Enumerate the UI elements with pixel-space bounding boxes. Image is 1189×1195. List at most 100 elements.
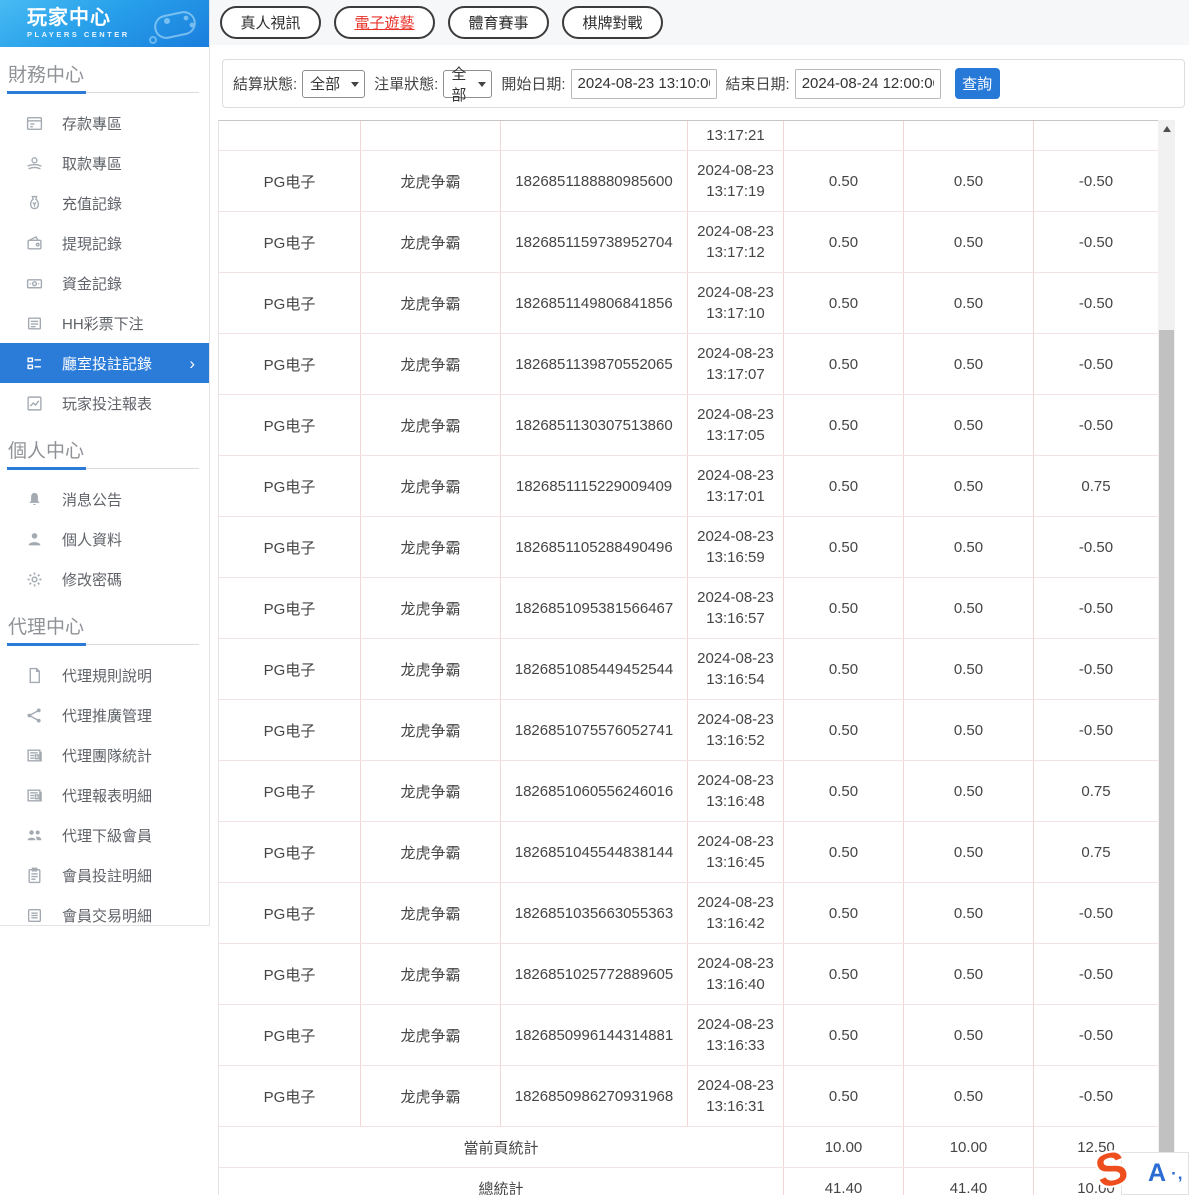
cell-game: 龙虎争霸 xyxy=(361,212,501,272)
cell-order-number: 1826851085449452544 xyxy=(501,639,688,699)
share-icon xyxy=(25,706,43,724)
tab-sports[interactable]: 體育賽事 xyxy=(448,6,549,39)
cell-order-number: 1826851045544838144 xyxy=(501,822,688,882)
section-personal-label: 個人中心 xyxy=(8,441,84,462)
sidebar-item-hh-lottery-bets[interactable]: HH彩票下注 xyxy=(0,303,209,343)
cell-platform: PG电子 xyxy=(219,639,361,699)
page-stats-bet: 10.00 xyxy=(784,1127,904,1167)
cell-valid-amount: 0.50 xyxy=(904,273,1034,333)
sidebar-item-label: 代理團隊統計 xyxy=(62,745,152,766)
cell-bet-time: 2024-08-23 13:17:07 xyxy=(688,334,784,394)
ime-language-indicator[interactable]: A xyxy=(1148,1159,1166,1188)
scrollbar-thumb[interactable] xyxy=(1159,330,1174,1158)
cell-bet-time: 2024-08-23 13:16:48 xyxy=(688,761,784,821)
settle-status-select[interactable]: 全部 xyxy=(302,70,365,98)
cell-win-loss: -0.50 xyxy=(1034,273,1159,333)
cell-game: 龙虎争霸 xyxy=(361,334,501,394)
end-date-input[interactable] xyxy=(795,69,941,99)
cell-valid-amount: 0.50 xyxy=(904,883,1034,943)
cell-game: 龙虎争霸 xyxy=(361,395,501,455)
cell-bet-time: 2024-08-23 13:16:42 xyxy=(688,883,784,943)
sidebar-item-profile[interactable]: 個人資料 xyxy=(0,519,209,559)
sidebar-item-agent-promotion[interactable]: 代理推廣管理 xyxy=(0,695,209,735)
sidebar-item-recharge-record[interactable]: 充值記錄 xyxy=(0,183,209,223)
search-button[interactable]: 查詢 xyxy=(955,68,1000,99)
section-agent: 代理中心 xyxy=(0,608,209,645)
sidebar-item-agent-rules[interactable]: 代理規則說明 xyxy=(0,655,209,695)
agent-menu: 代理規則說明 代理推廣管理 代理團隊統計 代理報表明細 代理下級會員 會員投註明… xyxy=(0,655,209,935)
cell-bet-amount: 0.50 xyxy=(784,883,904,943)
cell-order-number: 1826851060556246016 xyxy=(501,761,688,821)
order-status-select[interactable]: 全部 xyxy=(443,70,492,98)
scroll-up-button[interactable] xyxy=(1158,120,1175,137)
cell-game: 龙虎争霸 xyxy=(361,639,501,699)
page-stats-row: 當前頁統計 10.00 10.00 12.50 xyxy=(219,1127,1158,1168)
cell-bet-amount: 0.50 xyxy=(784,151,904,211)
settle-status-label: 結算狀態: xyxy=(233,73,297,94)
cell-order-number: 1826851139870552065 xyxy=(501,334,688,394)
cell-win-loss: -0.50 xyxy=(1034,151,1159,211)
sidebar-item-member-bet-detail[interactable]: 會員投註明細 xyxy=(0,855,209,895)
cell-bet-time: 2024-08-23 13:17:01 xyxy=(688,456,784,516)
sidebar-item-hall-bet-record[interactable]: 廳室投註記錄 › xyxy=(0,343,209,383)
tab-electronic-games[interactable]: 電子遊藝 xyxy=(334,6,435,39)
sidebar-item-deposit-zone[interactable]: 存款專區 xyxy=(0,103,209,143)
cell-bet-time: 2024-08-23 13:16:59 xyxy=(688,517,784,577)
clipboard-icon xyxy=(25,866,43,884)
cell-valid-amount: 0.50 xyxy=(904,944,1034,1004)
sidebar-item-member-transaction-detail[interactable]: 會員交易明細 xyxy=(0,895,209,935)
cell-platform: PG电子 xyxy=(219,1066,361,1126)
cell-game: 龙虎争霸 xyxy=(361,944,501,1004)
cell-order-number: 1826851115229009409 xyxy=(501,456,688,516)
cell-platform: PG电子 xyxy=(219,334,361,394)
cell-valid-amount: 0.50 xyxy=(904,639,1034,699)
cell-bet-time: 2024-08-23 13:17:12 xyxy=(688,212,784,272)
table-row: PG电子 龙虎争霸 1826851130307513860 2024-08-23… xyxy=(219,395,1158,456)
tab-live-casino[interactable]: 真人視訊 xyxy=(220,6,321,39)
sidebar-item-agent-downline-members[interactable]: 代理下級會員 xyxy=(0,815,209,855)
cell-bet-amount: 0.50 xyxy=(784,944,904,1004)
sidebar-item-label: 提現記錄 xyxy=(62,233,122,254)
cell-game: 龙虎争霸 xyxy=(361,578,501,638)
sidebar-item-label: 代理報表明細 xyxy=(62,785,152,806)
cell-win-loss: 0.75 xyxy=(1034,822,1159,882)
cell-game: 龙虎争霸 xyxy=(361,761,501,821)
table-row: PG电子 龙虎争霸 1826851188880985600 2024-08-23… xyxy=(219,151,1158,212)
sidebar-item-withdraw-zone[interactable]: 取款專區 xyxy=(0,143,209,183)
vertical-scrollbar[interactable] xyxy=(1158,120,1175,1195)
sidebar-item-change-password[interactable]: 修改密碼 xyxy=(0,559,209,599)
sidebar-item-agent-report-detail[interactable]: 代理報表明細 xyxy=(0,775,209,815)
start-date-input[interactable] xyxy=(571,69,717,99)
sidebar-item-label: 資金記錄 xyxy=(62,273,122,294)
cell-win-loss: -0.50 xyxy=(1034,1066,1159,1126)
cell-game: 龙虎争霸 xyxy=(361,700,501,760)
cell-bet-time: 2024-08-23 13:17:19 xyxy=(688,151,784,211)
cell-win-loss: -0.50 xyxy=(1034,212,1159,272)
cell-valid-amount: 0.50 xyxy=(904,151,1034,211)
wallet-icon xyxy=(25,234,43,252)
total-stats-label: 總統計 xyxy=(219,1168,784,1195)
table-row: PG电子 龙虎争霸 1826851139870552065 2024-08-23… xyxy=(219,334,1158,395)
gamepad-icon xyxy=(145,2,203,46)
cell-valid-amount: 0.50 xyxy=(904,334,1034,394)
sidebar-item-funds-record[interactable]: 資金記錄 xyxy=(0,263,209,303)
cell-platform: PG电子 xyxy=(219,700,361,760)
cell-platform: PG电子 xyxy=(219,822,361,882)
ime-punctuation-indicator[interactable]: ·, xyxy=(1171,1164,1183,1184)
cell-bet-time: 2024-08-23 13:16:33 xyxy=(688,1005,784,1065)
cell-platform: PG电子 xyxy=(219,944,361,1004)
cell-valid-amount: 0.50 xyxy=(904,578,1034,638)
sidebar-item-player-bet-report[interactable]: 玩家投注報表 xyxy=(0,383,209,423)
cell-win-loss: -0.50 xyxy=(1034,517,1159,577)
sidebar-item-agent-team-stats[interactable]: 代理團隊統計 xyxy=(0,735,209,775)
sidebar-item-withdrawal-record[interactable]: 提現記錄 xyxy=(0,223,209,263)
document-lines-icon xyxy=(25,314,43,332)
sidebar-item-label: 個人資料 xyxy=(62,529,122,550)
tab-board-games[interactable]: 棋牌對戰 xyxy=(562,6,663,39)
sidebar-item-label: 消息公告 xyxy=(62,489,122,510)
table-row: PG电子 龙虎争霸 1826851159738952704 2024-08-23… xyxy=(219,212,1158,273)
cell-game: 龙虎争霸 xyxy=(361,1066,501,1126)
sidebar-item-announcements[interactable]: 消息公告 xyxy=(0,479,209,519)
money-bag-icon xyxy=(25,194,43,212)
cell-platform: PG电子 xyxy=(219,273,361,333)
